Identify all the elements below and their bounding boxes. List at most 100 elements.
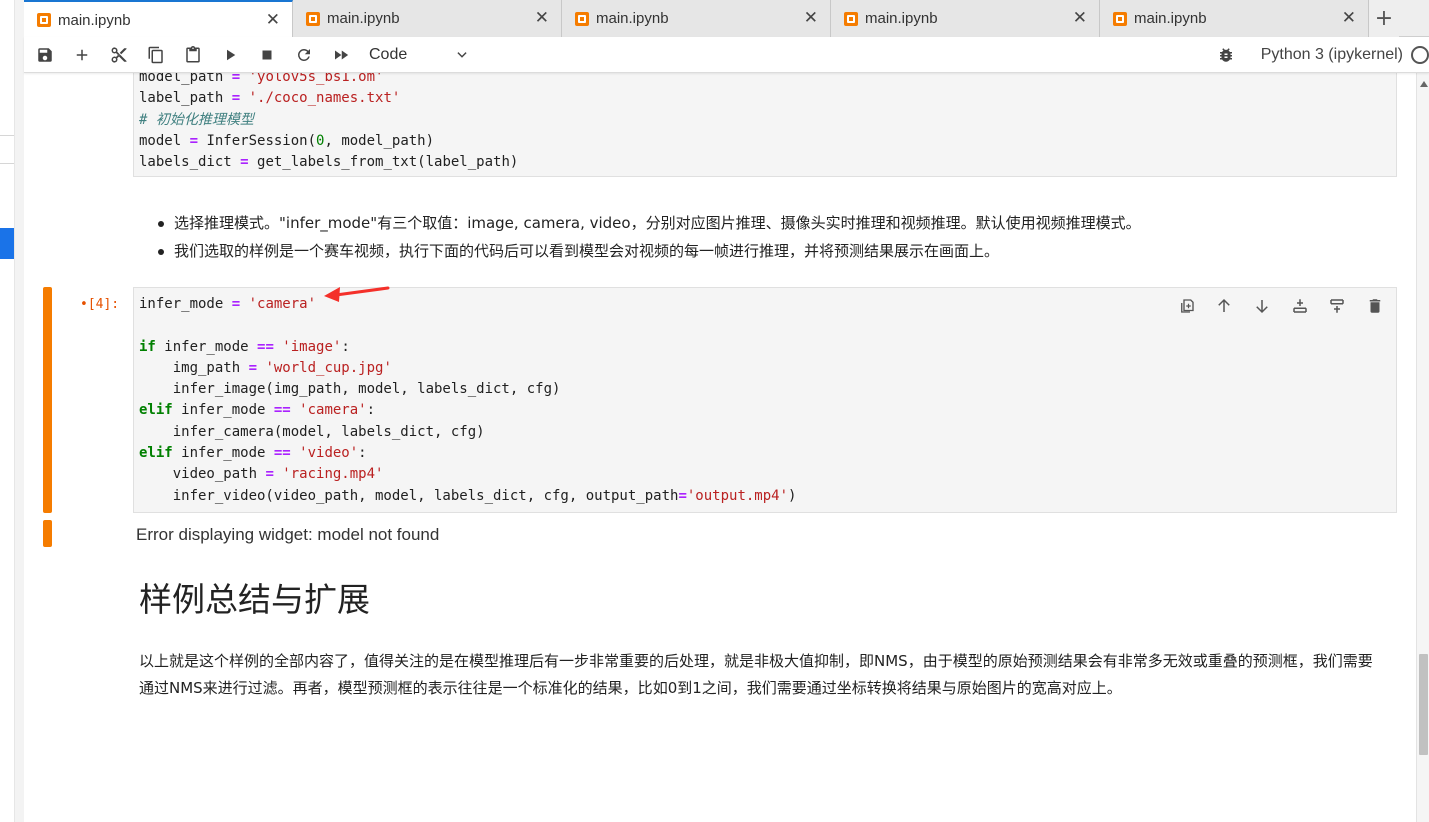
list-item: 我们选取的样例是一个赛车视频，执行下面的代码后可以看到模型会对视频的每一帧进行推… bbox=[155, 237, 1395, 265]
left-strip-divider bbox=[0, 135, 15, 136]
code-token: elif bbox=[139, 445, 173, 462]
plus-icon bbox=[76, 49, 87, 60]
new-tab-button[interactable]: + bbox=[1369, 0, 1399, 37]
tab-label: main.ipynb bbox=[865, 10, 938, 27]
tab-main-ipynb-4[interactable]: main.ipynb ✕ bbox=[831, 0, 1100, 37]
kernel-status-idle-icon bbox=[1411, 45, 1429, 64]
output-collapser[interactable] bbox=[43, 520, 52, 547]
code-line: infer_video(video_path, model, labels_di… bbox=[139, 486, 1396, 507]
close-icon[interactable]: ✕ bbox=[804, 8, 818, 28]
notebook-scrollbar[interactable] bbox=[1416, 73, 1429, 822]
code-cell-editor-active[interactable]: infer_mode = 'camera' if infer_mode == '… bbox=[133, 287, 1397, 513]
list-item: 选择推理模式。"infer_mode"有三个取值：image, camera, … bbox=[155, 209, 1395, 237]
code-token: = bbox=[240, 154, 249, 171]
code-token: 'output.mp4' bbox=[686, 487, 789, 504]
restart-run-all-button[interactable] bbox=[322, 40, 359, 70]
close-icon[interactable]: ✕ bbox=[266, 10, 280, 30]
code-token: get_labels_from_txt(label_path) bbox=[248, 154, 519, 171]
cell-toolbar bbox=[1168, 295, 1394, 317]
fast-forward-icon bbox=[334, 50, 348, 59]
code-token: : bbox=[341, 338, 350, 355]
insert-below-icon bbox=[1330, 299, 1344, 313]
code-token: img_path bbox=[139, 359, 249, 376]
notebook-icon bbox=[306, 11, 320, 26]
move-up-button[interactable] bbox=[1206, 295, 1244, 317]
code-token: == bbox=[273, 445, 291, 462]
code-line: infer_image(img_path, model, labels_dict… bbox=[139, 379, 1396, 400]
code-line: infer_camera(model, labels_dict, cfg) bbox=[139, 422, 1396, 443]
insert-above-button[interactable] bbox=[1281, 295, 1319, 317]
code-line: elif infer_mode == 'camera': bbox=[139, 400, 1396, 421]
run-button[interactable] bbox=[211, 40, 248, 70]
copy-button[interactable] bbox=[137, 40, 174, 70]
code-line: # 初始化推理模型 bbox=[139, 110, 1396, 131]
code-token: , model_path) bbox=[324, 132, 435, 149]
paste-button[interactable] bbox=[174, 40, 211, 70]
code-token: = bbox=[231, 90, 241, 107]
kernel-info: Python 3 (ipykernel) bbox=[1208, 40, 1429, 70]
code-token: 'camera' bbox=[290, 402, 367, 419]
code-token: infer_video(video_path, model, labels_di… bbox=[139, 487, 679, 504]
close-icon[interactable]: ✕ bbox=[535, 8, 549, 28]
save-icon bbox=[37, 47, 52, 62]
code-token: == bbox=[257, 338, 274, 355]
arrow-up-icon bbox=[1218, 298, 1231, 312]
insert-cell-button[interactable] bbox=[63, 40, 100, 70]
code-line: label_path = './coco_names.txt' bbox=[139, 88, 1396, 109]
save-button[interactable] bbox=[26, 40, 63, 70]
tab-main-ipynb-1[interactable]: main.ipynb ✕ bbox=[24, 0, 293, 38]
notebook-panel: model_path = 'yolov5s_bs1.om' label_path … bbox=[24, 73, 1416, 822]
code-token: elif bbox=[139, 402, 173, 419]
code-token: infer_camera(model, labels_dict, cfg) bbox=[139, 423, 485, 440]
copy-icon bbox=[148, 46, 163, 63]
tab-main-ipynb-3[interactable]: main.ipynb ✕ bbox=[562, 0, 831, 37]
stop-icon bbox=[262, 50, 271, 59]
code-token: = bbox=[231, 296, 241, 312]
code-token: labels_dict bbox=[139, 154, 241, 171]
code-token: 'image' bbox=[273, 338, 342, 355]
arrow-down-icon bbox=[1256, 300, 1268, 314]
tab-bar: main.ipynb ✕ main.ipynb ✕ main.ipynb ✕ m… bbox=[24, 0, 1429, 38]
cell-type-select[interactable]: Code bbox=[369, 46, 479, 64]
tab-label: main.ipynb bbox=[1134, 10, 1207, 27]
interrupt-button[interactable] bbox=[248, 40, 285, 70]
scroll-up-arrow-icon[interactable] bbox=[1420, 81, 1428, 87]
restart-kernel-button[interactable] bbox=[285, 40, 322, 70]
close-icon[interactable]: ✕ bbox=[1073, 8, 1087, 28]
tab-main-ipynb-2[interactable]: main.ipynb ✕ bbox=[293, 0, 562, 37]
widget-error-output: Error displaying widget: model not found bbox=[136, 525, 440, 544]
code-cell-editor[interactable]: model_path = 'yolov5s_bs1.om' label_path … bbox=[133, 73, 1397, 177]
code-token: video_path bbox=[139, 466, 266, 483]
scrollbar-thumb[interactable] bbox=[1419, 654, 1428, 755]
code-token: infer_mode bbox=[155, 338, 258, 355]
cell-collapser[interactable] bbox=[43, 287, 52, 513]
code-token: 'world_cup.jpg' bbox=[257, 359, 392, 376]
code-token: model_path bbox=[139, 73, 232, 85]
code-token: 'racing.mp4' bbox=[273, 466, 384, 483]
insert-below-button[interactable] bbox=[1318, 295, 1356, 317]
bug-icon bbox=[1220, 47, 1233, 62]
close-icon[interactable]: ✕ bbox=[1342, 8, 1356, 28]
markdown-cell: 选择推理模式。"infer_mode"有三个取值：image, camera, … bbox=[155, 209, 1395, 265]
move-down-button[interactable] bbox=[1243, 295, 1281, 317]
chevron-down-icon bbox=[457, 51, 467, 58]
code-token: model bbox=[139, 132, 190, 149]
summary-paragraph: 以上就是这个样例的全部内容了，值得关注的是在模型推理后有一步非常重要的后处理，就… bbox=[139, 652, 1373, 697]
tab-main-ipynb-5[interactable]: main.ipynb ✕ bbox=[1100, 0, 1369, 37]
refresh-icon bbox=[297, 48, 310, 61]
code-token: : bbox=[358, 445, 367, 462]
cut-button[interactable] bbox=[100, 40, 137, 70]
notebook-toolbar: Code Python 3 (ipykernel) bbox=[24, 37, 1429, 73]
code-token: = bbox=[231, 73, 241, 85]
kernel-name[interactable]: Python 3 (ipykernel) bbox=[1261, 46, 1403, 64]
debugger-button[interactable] bbox=[1208, 40, 1245, 70]
duplicate-cell-button[interactable] bbox=[1168, 295, 1206, 317]
insert-above-icon bbox=[1292, 299, 1307, 313]
trash-icon bbox=[1369, 299, 1381, 313]
cell-type-value: Code bbox=[369, 45, 408, 63]
left-strip-scrollbar[interactable] bbox=[14, 0, 24, 822]
code-token: = bbox=[248, 359, 258, 376]
annotation-arrow-icon bbox=[324, 286, 390, 302]
delete-cell-button[interactable] bbox=[1356, 295, 1394, 317]
